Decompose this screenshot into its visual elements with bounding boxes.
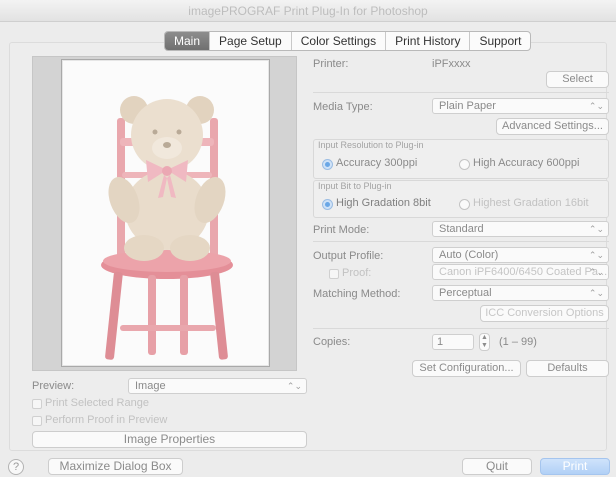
tab-support[interactable]: Support	[470, 32, 530, 50]
input-bit-title: Input Bit to Plug-in	[318, 181, 392, 191]
media-type-value: Plain Paper	[439, 100, 496, 112]
teddy-bear-on-chair-image	[101, 96, 233, 360]
divider	[313, 328, 609, 329]
copies-range: (1 – 99)	[499, 336, 537, 348]
matching-method-value: Perceptual	[439, 287, 492, 299]
image-properties-button[interactable]: Image Properties	[32, 431, 307, 448]
printer-value: iPFxxxx	[432, 58, 471, 70]
select-printer-button[interactable]: Select	[546, 71, 609, 88]
output-profile-label: Output Profile:	[313, 250, 384, 262]
icc-conversion-options-button[interactable]: ICC Conversion Options	[480, 305, 609, 322]
print-mode-label: Print Mode:	[313, 224, 370, 236]
preview-label: Preview:	[32, 380, 75, 392]
output-profile-select[interactable]: Auto (Color) ⌃⌄	[432, 247, 609, 263]
defaults-button[interactable]: Defaults	[526, 360, 609, 377]
matching-method-label: Matching Method:	[313, 288, 401, 300]
gradation-8-label: High Gradation 8bit	[336, 197, 431, 209]
set-configuration-button[interactable]: Set Configuration...	[412, 360, 521, 377]
print-button[interactable]: Print	[540, 458, 610, 475]
maximize-dialog-button[interactable]: Maximize Dialog Box	[48, 458, 183, 475]
accuracy-300-radio[interactable]	[322, 159, 333, 170]
print-selected-range-checkbox[interactable]	[32, 399, 42, 409]
proof-checkbox[interactable]	[329, 269, 339, 279]
stepper-icon[interactable]: ▲ ▼	[479, 333, 490, 351]
print-mode-value: Standard	[439, 223, 484, 235]
window-title: imagePROGRAF Print Plug-In for Photoshop	[0, 0, 616, 22]
output-profile-value: Auto (Color)	[439, 249, 499, 261]
perform-proof-label: Perform Proof in Preview	[45, 414, 168, 426]
tab-bar: Main Page Setup Color Settings Print His…	[164, 31, 532, 51]
print-mode-select[interactable]: Standard ⌃⌄	[432, 221, 609, 237]
media-type-select[interactable]: Plain Paper ⌃⌄	[432, 98, 609, 114]
popup-arrow-icon: ⌃⌄	[588, 101, 604, 111]
copies-label: Copies:	[313, 336, 351, 348]
accuracy-300-label: Accuracy 300ppi	[336, 157, 418, 169]
copies-value: 1	[437, 336, 444, 348]
accuracy-600-label: High Accuracy 600ppi	[473, 157, 580, 169]
tab-page-setup[interactable]: Page Setup	[210, 32, 292, 50]
quit-button[interactable]: Quit	[462, 458, 532, 475]
media-type-label: Media Type:	[313, 101, 373, 113]
advanced-settings-button[interactable]: Advanced Settings...	[496, 118, 609, 135]
preview-paper	[61, 59, 270, 367]
tab-color-settings[interactable]: Color Settings	[292, 32, 387, 50]
proof-select[interactable]: Canon iPF6400/6450 Coated Pa... ⌃⌄	[432, 264, 609, 280]
popup-arrow-icon: ⌃⌄	[588, 224, 604, 234]
printer-label: Printer:	[313, 58, 349, 70]
preview-area	[32, 56, 297, 371]
preview-select[interactable]: Image ⌃⌄	[128, 378, 307, 394]
input-resolution-title: Input Resolution to Plug-in	[318, 140, 424, 150]
accuracy-600-radio[interactable]	[459, 159, 470, 170]
matching-method-select[interactable]: Perceptual ⌃⌄	[432, 285, 609, 301]
tab-main[interactable]: Main	[165, 32, 211, 50]
perform-proof-checkbox[interactable]	[32, 416, 42, 426]
popup-arrow-icon: ⌃⌄	[588, 288, 604, 298]
divider	[313, 241, 609, 242]
help-icon[interactable]: ?	[8, 459, 24, 475]
gradation-16-radio[interactable]	[459, 199, 470, 210]
copies-input[interactable]: 1	[432, 334, 474, 350]
popup-arrow-icon: ⌃⌄	[588, 267, 604, 277]
gradation-8-radio[interactable]	[322, 199, 333, 210]
print-selected-range-label: Print Selected Range	[45, 397, 149, 409]
preview-select-value: Image	[135, 380, 166, 392]
gradation-16-label: Highest Gradation 16bit	[473, 197, 589, 209]
popup-arrow-icon: ⌃⌄	[286, 381, 302, 391]
popup-arrow-icon: ⌃⌄	[588, 250, 604, 260]
proof-label: Proof:	[342, 267, 372, 279]
tab-print-history[interactable]: Print History	[386, 32, 471, 50]
proof-value: Canon iPF6400/6450 Coated Pa...	[439, 266, 608, 278]
divider	[313, 92, 609, 93]
